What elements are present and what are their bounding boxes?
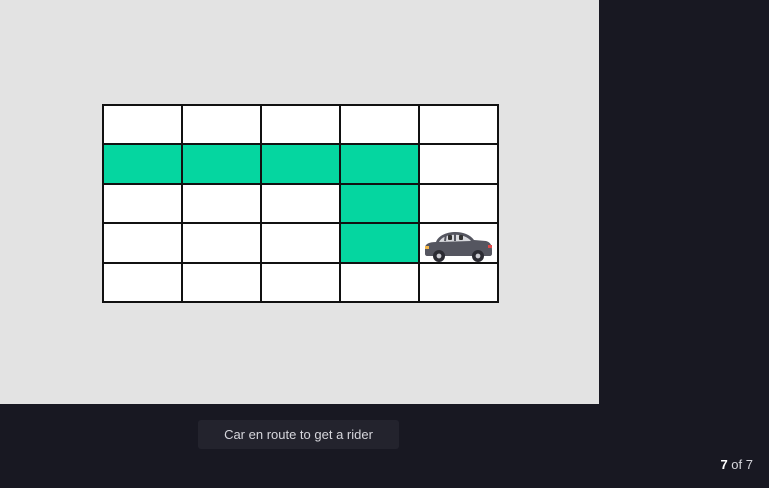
grid-cell — [183, 224, 262, 264]
slide-canvas — [0, 0, 599, 404]
grid-cell-path — [341, 184, 420, 225]
grid-cell — [262, 106, 341, 146]
grid-cell — [183, 184, 262, 225]
grid-cell — [420, 224, 499, 264]
caption-text: Car en route to get a rider — [224, 427, 373, 442]
slide-counter: 7 of 7 — [720, 457, 753, 473]
grid-cell — [341, 106, 420, 146]
grid-cell — [183, 106, 262, 146]
grid-cell — [104, 184, 183, 225]
grid-cell-path — [262, 145, 341, 185]
grid-cell — [183, 263, 262, 303]
grid-cell — [420, 184, 499, 225]
grid-cell — [262, 184, 341, 225]
grid-cell — [104, 224, 183, 264]
grid-cell — [420, 106, 499, 146]
slideshow-viewer: Car en route to get a rider 7 of 7 — [0, 0, 769, 488]
grid-cell — [262, 224, 341, 264]
grid-cell — [104, 106, 183, 146]
grid-cell-path — [104, 145, 183, 185]
counter-separator: of — [727, 457, 746, 472]
route-grid — [102, 104, 499, 303]
grid-cell-path — [183, 145, 262, 185]
current-slide-number: 7 — [720, 457, 728, 472]
grid-cell-path — [341, 145, 420, 185]
grid-cell — [420, 145, 499, 185]
grid-cell — [262, 263, 341, 303]
grid-cell — [104, 263, 183, 303]
slide-caption: Car en route to get a rider — [198, 420, 399, 449]
grid-cell — [341, 263, 420, 303]
grid-cell — [420, 263, 499, 303]
grid-cell-path — [341, 224, 420, 264]
total-slide-count: 7 — [745, 457, 753, 472]
car-icon — [425, 232, 492, 263]
